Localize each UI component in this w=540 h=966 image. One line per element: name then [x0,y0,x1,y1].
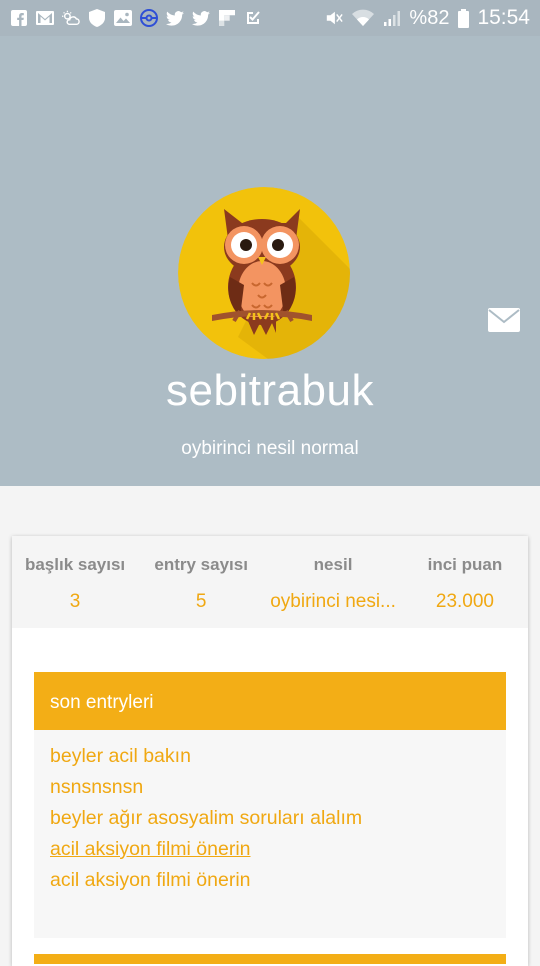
stat-entry-count: entry sayısı 5 [138,536,264,628]
signal-icon [383,9,401,27]
stat-generation: nesil oybirinci nesi... [264,536,402,628]
system-indicators: %82 15:54 [325,6,530,30]
stat-topic-count: başlık sayısı 3 [12,536,138,628]
entry-link[interactable]: beyler ağır asosyalim soruları alalım [50,803,506,834]
send-message-button[interactable] [488,308,520,332]
pokeball-icon [140,9,158,27]
facebook-icon [10,9,28,27]
wifi-icon [351,9,375,27]
battery-icon [457,8,469,28]
battery-percentage: %82 [409,6,450,29]
status-bar: %82 15:54 [0,0,540,36]
stat-points: inci puan 23.000 [402,536,528,628]
entry-link[interactable]: acil aksiyon filmi önerin [50,834,506,865]
entry-link[interactable]: beyler acil bakın [50,741,506,772]
owl-icon [178,187,350,359]
twitter-icon [166,9,184,27]
username: sebitrabuk [165,366,374,415]
stat-label: nesil [313,555,353,574]
check-icon [244,9,262,27]
shield-icon [88,9,106,27]
mute-icon [325,9,344,27]
notification-icons [10,9,262,27]
user-generation: oybirinci nesil normal [181,438,359,459]
envelope-icon [488,308,520,332]
next-section-header [34,954,506,964]
gallery-icon [114,9,132,27]
stat-label: inci puan [427,555,503,574]
twitter-icon [192,9,210,27]
gmail-icon [36,9,54,27]
flipboard-icon [218,9,236,27]
entry-link[interactable]: nsnsnsnsn [50,772,506,803]
clock: 15:54 [477,6,530,29]
stats-row: başlık sayısı 3 entry sayısı 5 nesil oyb… [12,536,528,628]
stat-value: oybirinci nesi... [270,591,396,612]
profile-header: sebitrabuk oybirinci nesil normal [0,36,540,486]
recent-entries-list: beyler acil bakın nsnsnsnsn beyler ağır … [34,730,506,938]
profile-card: başlık sayısı 3 entry sayısı 5 nesil oyb… [12,536,528,966]
avatar[interactable] [178,187,350,359]
recent-entries-header: son entryleri [34,672,506,730]
stat-label: başlık sayısı [24,555,126,574]
stat-value: 5 [195,591,207,612]
entry-link[interactable]: acil aksiyon filmi önerin [50,865,506,896]
stat-value: 23.000 [435,591,494,612]
stat-value: 3 [69,591,81,612]
weather-icon [62,9,80,27]
stat-label: entry sayısı [154,555,248,574]
